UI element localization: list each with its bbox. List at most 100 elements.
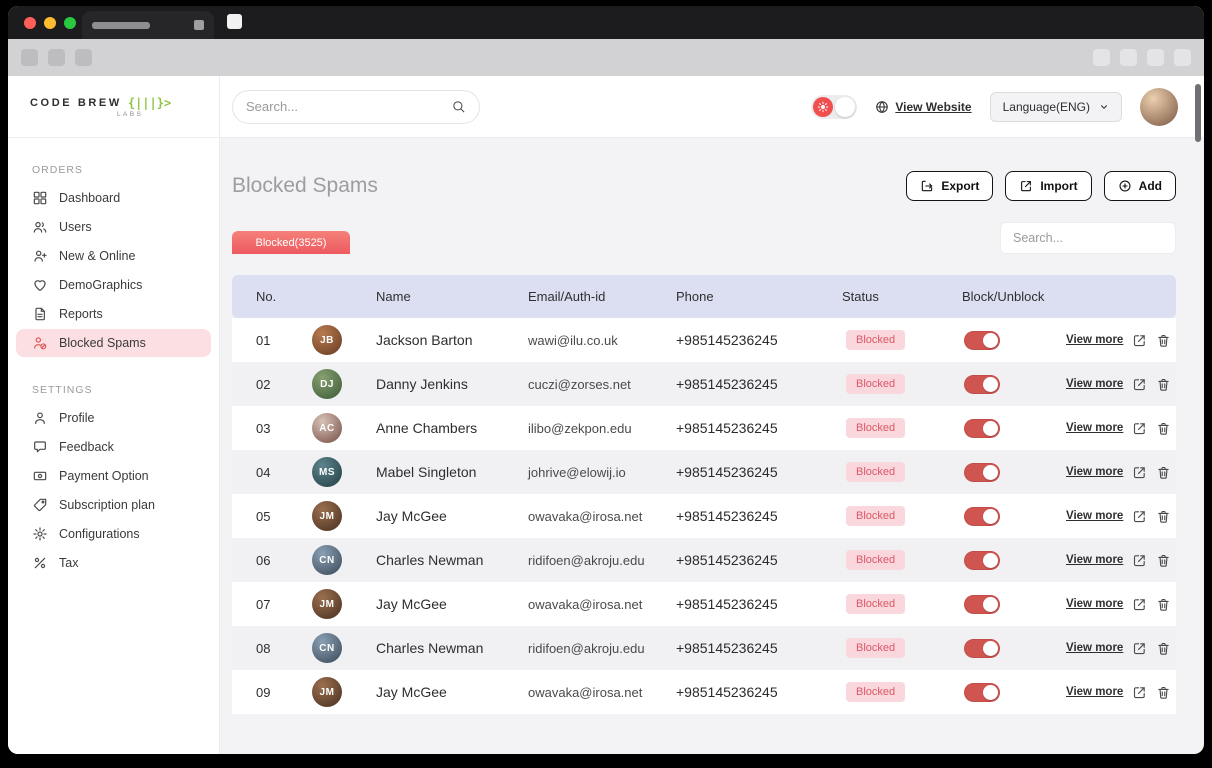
row-name: Jay McGee [376, 508, 447, 524]
sidebar-item-blocked-spams[interactable]: Blocked Spams [16, 329, 211, 357]
browser-toolbar [8, 39, 1204, 76]
global-search-input[interactable] [246, 99, 451, 114]
table-search-input[interactable] [1013, 231, 1174, 245]
open-details-button[interactable] [1132, 509, 1147, 524]
toggle-knob [983, 376, 998, 392]
sidebar-item-tax[interactable]: Tax [16, 549, 211, 577]
block-unblock-toggle[interactable] [964, 594, 1000, 614]
sidebar-item-new-online[interactable]: New & Online [16, 242, 211, 270]
delete-button[interactable] [1156, 377, 1171, 392]
zoom-window-button[interactable] [64, 17, 76, 29]
trash-icon [1158, 334, 1170, 347]
delete-button[interactable] [1156, 641, 1171, 656]
chevron-down-icon [1101, 104, 1107, 109]
delete-button[interactable] [1156, 465, 1171, 480]
row-number: 08 [256, 640, 271, 656]
open-details-button[interactable] [1132, 553, 1147, 568]
sidebar-item-label: Dashboard [59, 191, 121, 205]
open-details-button[interactable] [1132, 377, 1147, 392]
new-tab-button[interactable] [227, 14, 242, 29]
language-selector[interactable]: Language(ENG) [989, 91, 1122, 122]
sidebar-item-feedback[interactable]: Feedback [16, 433, 211, 461]
sidebar-item-dashboard[interactable]: Dashboard [16, 184, 211, 212]
table-search [1000, 222, 1176, 254]
row-avatar: CN [312, 545, 342, 575]
browser-tab[interactable] [82, 11, 214, 39]
logo-text: CODE BREW [30, 96, 122, 109]
row-email: ridifoen@akroju.edu [528, 552, 645, 568]
tab-close-icon[interactable] [194, 20, 204, 30]
view-more-link[interactable]: View more [1066, 686, 1123, 698]
open-details-button[interactable] [1132, 465, 1147, 480]
trash-icon [1158, 422, 1170, 435]
table-row: 05 JM Jay McGee owavaka@irosa.net +98514… [232, 494, 1176, 538]
sidebar-item-payment-option[interactable]: Payment Option [16, 462, 211, 490]
toggle-knob [983, 684, 998, 700]
block-unblock-toggle[interactable] [964, 462, 1000, 482]
row-number: 03 [256, 420, 271, 436]
table-row: 04 MS Mabel Singleton johrive@elowij.io … [232, 450, 1176, 494]
globe-icon [876, 100, 889, 113]
block-unblock-toggle[interactable] [964, 330, 1000, 350]
row-name: Charles Newman [376, 640, 484, 656]
view-website-link[interactable]: View Website [875, 99, 972, 114]
block-unblock-toggle[interactable] [964, 506, 1000, 526]
tab-blocked[interactable]: Blocked(3525) [232, 231, 350, 254]
view-more-link[interactable]: View more [1066, 378, 1123, 390]
theme-toggle[interactable] [811, 94, 858, 119]
sidebar-item-label: Profile [59, 411, 95, 425]
view-more-link[interactable]: View more [1066, 554, 1123, 566]
sidebar-item-reports[interactable]: Reports [16, 300, 211, 328]
toggle-knob [983, 508, 998, 524]
row-phone: +985145236245 [676, 464, 778, 480]
table-row: 08 CN Charles Newman ridifoen@akroju.edu… [232, 626, 1176, 670]
delete-button[interactable] [1156, 553, 1171, 568]
tab-title-placeholder [92, 21, 150, 29]
payment-icon [33, 471, 47, 481]
delete-button[interactable] [1156, 685, 1171, 700]
row-avatar: JB [312, 325, 342, 355]
block-unblock-toggle[interactable] [964, 550, 1000, 570]
view-more-link[interactable]: View more [1066, 510, 1123, 522]
block-unblock-toggle[interactable] [964, 418, 1000, 438]
view-more-link[interactable]: View more [1066, 466, 1123, 478]
minimize-window-button[interactable] [44, 17, 56, 29]
export-button[interactable]: Export [906, 171, 994, 201]
open-details-button[interactable] [1132, 333, 1147, 348]
subscription-icon [33, 498, 47, 512]
view-more-link[interactable]: View more [1066, 642, 1123, 654]
block-unblock-toggle[interactable] [964, 682, 1000, 702]
open-details-button[interactable] [1132, 685, 1147, 700]
open-details-button[interactable] [1132, 421, 1147, 436]
traffic-lights [24, 17, 76, 29]
export-button-label: Export [941, 179, 980, 193]
delete-button[interactable] [1156, 333, 1171, 348]
row-name: Danny Jenkins [376, 376, 468, 392]
browser-extension-placeholder [1093, 49, 1110, 66]
delete-button[interactable] [1156, 421, 1171, 436]
sidebar-item-configurations[interactable]: Configurations [16, 520, 211, 548]
import-button[interactable]: Import [1005, 171, 1092, 201]
user-avatar[interactable] [1140, 87, 1178, 126]
status-badge: Blocked [846, 594, 906, 614]
close-window-button[interactable] [24, 17, 36, 29]
sidebar-item-demographics[interactable]: DemoGraphics [16, 271, 211, 299]
add-button[interactable]: Add [1103, 171, 1176, 201]
open-details-button[interactable] [1132, 597, 1147, 612]
search-icon [453, 101, 465, 113]
delete-button[interactable] [1156, 509, 1171, 524]
block-unblock-toggle[interactable] [964, 374, 1000, 394]
block-unblock-toggle[interactable] [964, 638, 1000, 658]
view-website-label: View Website [895, 99, 972, 114]
sidebar-item-profile[interactable]: Profile [16, 404, 211, 432]
delete-button[interactable] [1156, 597, 1171, 612]
view-more-link[interactable]: View more [1066, 422, 1123, 434]
sidebar-item-subscription-plan[interactable]: Subscription plan [16, 491, 211, 519]
view-more-link[interactable]: View more [1066, 334, 1123, 346]
scrollbar-thumb[interactable] [1195, 84, 1201, 142]
sidebar-item-users[interactable]: Users [16, 213, 211, 241]
view-more-link[interactable]: View more [1066, 598, 1123, 610]
row-number: 02 [256, 376, 271, 392]
open-details-button[interactable] [1132, 641, 1147, 656]
add-button-label: Add [1138, 179, 1162, 193]
